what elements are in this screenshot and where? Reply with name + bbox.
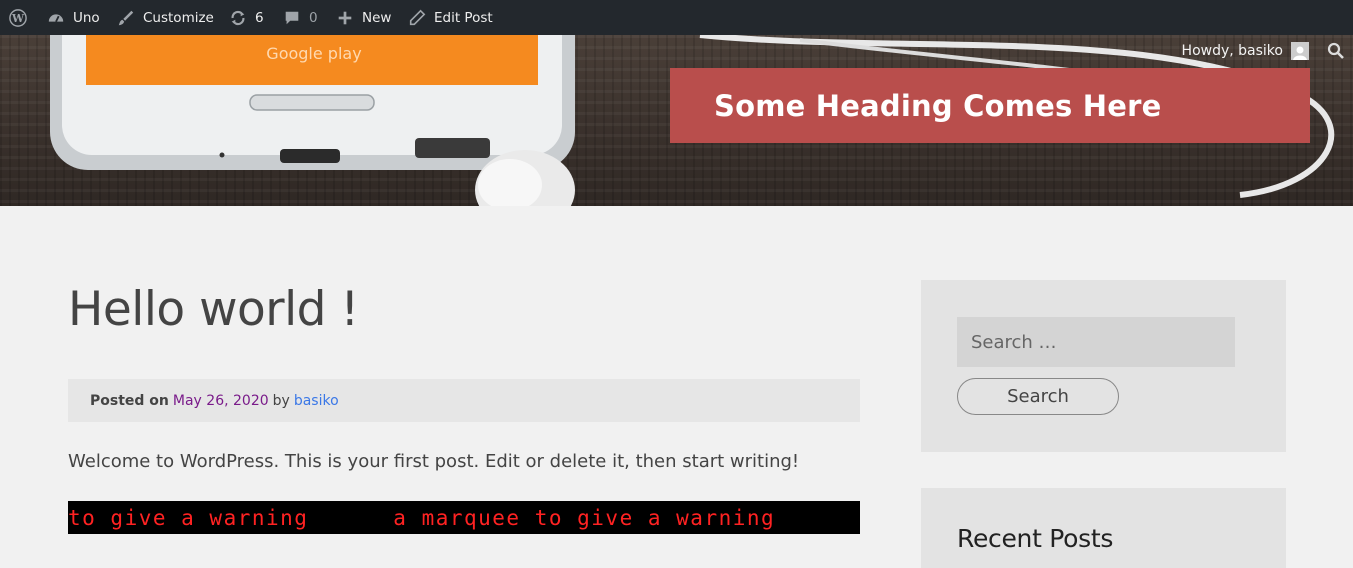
marquee-text: to give a warning a marquee to give a wa… [68,505,776,530]
edit-post-label: Edit Post [434,9,493,26]
customize-button[interactable]: Customize [116,0,214,35]
admin-bar: W Uno Customize 6 0 New Edit Post [0,0,1353,35]
paintbrush-icon [116,8,136,28]
post-date-link[interactable]: May 26, 2020 [173,393,269,409]
search-icon[interactable] [1327,42,1345,60]
svg-text:W: W [11,12,25,25]
post-body: Welcome to WordPress. This is your first… [68,451,800,472]
user-account-menu[interactable]: Howdy, basiko [1182,42,1309,60]
author-link[interactable]: basiko [294,393,339,409]
comments-count: 0 [309,9,318,26]
updates-count: 6 [255,9,264,26]
posted-on-label: Posted on [90,392,169,409]
updates-icon [228,8,248,28]
warning-marquee: to give a warning a marquee to give a wa… [68,501,860,534]
new-label: New [362,9,392,26]
customize-label: Customize [143,9,214,26]
updates-button[interactable]: 6 [228,0,264,35]
recent-posts-widget: Recent Posts [921,488,1286,568]
header-banner: Some Heading Comes Here [670,68,1310,143]
search-button[interactable]: Search [957,378,1119,415]
post-title: Hello world ! [68,282,359,337]
search-input[interactable]: Search … [957,317,1235,367]
site-name-label: Uno [73,9,100,26]
comment-icon [282,8,302,28]
wordpress-logo-button[interactable]: W [8,0,28,35]
by-label: by [272,392,290,409]
plus-icon [335,8,355,28]
comments-button[interactable]: 0 [282,0,318,35]
dashboard-icon [46,8,66,28]
site-header: Google play Howdy, basiko Some Heading C… [0,35,1353,206]
new-content-button[interactable]: New [335,0,391,35]
pencil-icon [407,8,427,28]
edit-post-button[interactable]: Edit Post [407,0,493,35]
site-name-menu[interactable]: Uno [46,0,100,35]
recent-posts-title: Recent Posts [957,524,1114,553]
header-heading: Some Heading Comes Here [714,88,1162,123]
svg-text:Google play: Google play [266,44,361,63]
search-widget: Search … Search [921,280,1286,452]
post-meta: Posted on May 26, 2020 by basiko [68,379,860,422]
avatar [1291,42,1309,60]
wordpress-icon: W [8,8,28,28]
howdy-label: Howdy, basiko [1181,43,1283,59]
